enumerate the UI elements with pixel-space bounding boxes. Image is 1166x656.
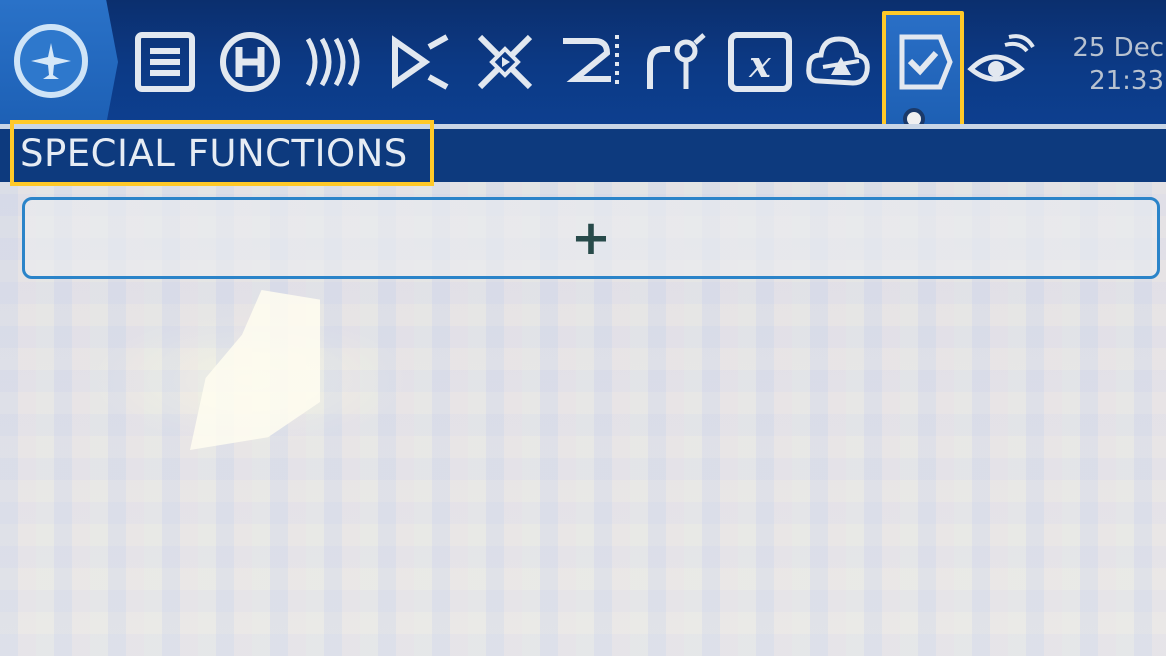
time-text: 21:33: [1089, 66, 1164, 96]
plus-icon: +: [570, 210, 612, 266]
model-home-icon: [14, 24, 88, 98]
global-variables-icon[interactable]: x: [722, 24, 798, 100]
page-title: SPECIAL FUNCTIONS: [20, 132, 408, 175]
special-functions-icon: [885, 24, 961, 100]
date-text: 25 Dec: [1072, 33, 1164, 63]
home-tab[interactable]: [0, 0, 118, 124]
svg-text:x: x: [748, 44, 771, 86]
add-function-button[interactable]: +: [22, 197, 1160, 279]
model-setup-list-icon[interactable]: [127, 24, 203, 100]
mixes-icon[interactable]: [467, 24, 543, 100]
outputs-icon[interactable]: [552, 24, 628, 100]
flight-modes-icon[interactable]: [297, 24, 373, 100]
curves-icon[interactable]: [637, 24, 713, 100]
logical-switches-icon[interactable]: [800, 24, 876, 100]
datetime: 25 Dec 21:33: [1068, 32, 1164, 98]
telemetry-icon[interactable]: [962, 24, 1038, 100]
top-toolbar: x 25 Dec 21:33: [0, 0, 1166, 132]
inputs-icon[interactable]: [382, 24, 458, 100]
heli-setup-icon[interactable]: [212, 24, 288, 100]
radio-screen: x 25 Dec 21:33 SPECIAL FUNCTIONS +: [0, 0, 1166, 656]
